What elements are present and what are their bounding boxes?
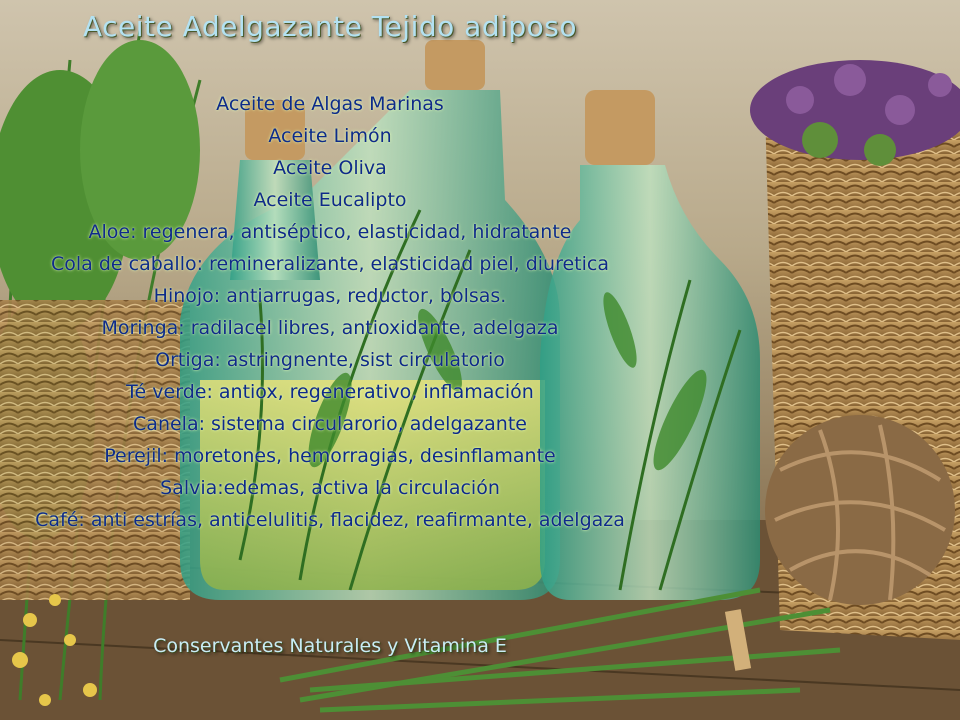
slide: Aceite Adelgazante Tejido adiposo Aceite… xyxy=(0,0,960,720)
list-item: Aceite de Algas Marinas xyxy=(216,93,444,115)
list-item: Salvia:edemas, activa la circulación xyxy=(160,477,500,499)
list-item: Té verde: antiox, regenerativo, inflamac… xyxy=(126,381,534,403)
ingredient-list: Aceite de Algas Marinas Aceite Limón Ace… xyxy=(0,88,660,536)
list-item: Aceite Eucalipto xyxy=(253,189,407,211)
footer-note: Conservantes Naturales y Vitamina E xyxy=(153,635,507,657)
list-item: Aceite Limón xyxy=(268,125,392,147)
list-item: Moringa: radilacel libres, antioxidante,… xyxy=(101,317,559,339)
list-item: Aceite Oliva xyxy=(273,157,387,179)
page-title: Aceite Adelgazante Tejido adiposo xyxy=(82,10,578,43)
list-item: Aloe: regenera, antiséptico, elasticidad… xyxy=(88,221,572,243)
list-item: Ortiga: astringnente, sist circulatorio xyxy=(155,349,505,371)
list-item: Canela: sistema circularorio, adelgazant… xyxy=(133,413,527,435)
list-item: Hinojo: antiarrugas, reductor, bolsas. xyxy=(153,285,507,307)
list-item: Cola de caballo: remineralizante, elasti… xyxy=(51,253,609,275)
list-item: Perejil: moretones, hemorragias, desinfl… xyxy=(104,445,556,467)
list-item: Café: anti estrías, anticelulitis, flaci… xyxy=(35,509,625,531)
